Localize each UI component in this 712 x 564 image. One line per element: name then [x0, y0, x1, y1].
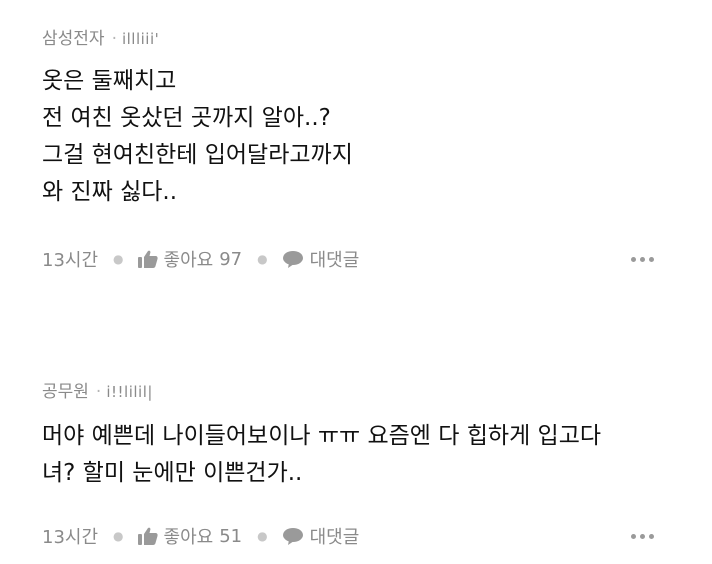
like-count: 97: [219, 248, 243, 270]
comment-body: 머야 예쁜데 나이들어보이나 ㅠㅠ 요즘엔 다 힙하게 입고다 녀? 할미 눈에…: [42, 418, 682, 492]
comment-time: 13시간: [42, 527, 99, 548]
comment-line: 녀? 할미 눈에만 이쁜건가..: [42, 460, 303, 486]
reply-button[interactable]: 대댓글: [282, 523, 360, 549]
separator-dot: ·: [95, 382, 102, 402]
comment-line: 그걸 현여친한테 입어달라고까지: [42, 142, 353, 168]
separator-dot: ·: [111, 29, 117, 49]
like-label: 좋아요: [163, 250, 214, 271]
separator-dot: ●: [113, 252, 124, 266]
comment-line: 전 여친 옷샀던 곳까지 알아..?: [42, 105, 331, 131]
speech-bubble-icon: [282, 527, 304, 545]
more-dots-icon[interactable]: [631, 256, 654, 262]
comment-time: 13시간: [42, 250, 99, 271]
comment-line: 와 진짜 싫다..: [42, 179, 178, 205]
like-count: 51: [219, 525, 243, 547]
like-button[interactable]: 좋아요 97: [137, 246, 243, 272]
comment-footer: 13시간 ● 좋아요 97 ● 대댓글: [42, 244, 682, 274]
separator-dot: ●: [113, 529, 124, 543]
comment-header: 삼성전자 · illliii': [42, 24, 159, 49]
reply-button[interactable]: 대댓글: [282, 246, 360, 272]
thumbs-up-icon: [137, 250, 158, 268]
comment-nickname: i!!lilil|: [106, 383, 153, 401]
comment-author[interactable]: 삼성전자: [42, 29, 105, 49]
comment-author[interactable]: 공무원: [42, 382, 89, 402]
like-button[interactable]: 좋아요 51: [137, 523, 243, 549]
speech-bubble-icon: [282, 250, 304, 268]
separator-dot: ●: [257, 252, 268, 266]
comment-line: 옷은 둘째치고: [42, 68, 177, 94]
more-dots-icon[interactable]: [631, 533, 654, 539]
thumbs-up-icon: [137, 527, 158, 545]
comment-header: 공무원 · i!!lilil|: [42, 377, 153, 402]
comment-footer: 13시간 ● 좋아요 51 ● 대댓글: [42, 521, 682, 551]
comment-nickname: illliii': [121, 30, 160, 48]
reply-label: 대댓글: [309, 250, 360, 271]
separator-dot: ●: [257, 529, 268, 543]
comment-line: 머야 예쁜데 나이들어보이나 ㅠㅠ 요즘엔 다 힙하게 입고다: [42, 423, 602, 449]
like-label: 좋아요: [163, 527, 214, 548]
comment-body: 옷은 둘째치고 전 여친 옷샀던 곳까지 알아..? 그걸 현여친한테 입어달라…: [42, 63, 682, 211]
reply-label: 대댓글: [309, 527, 360, 548]
